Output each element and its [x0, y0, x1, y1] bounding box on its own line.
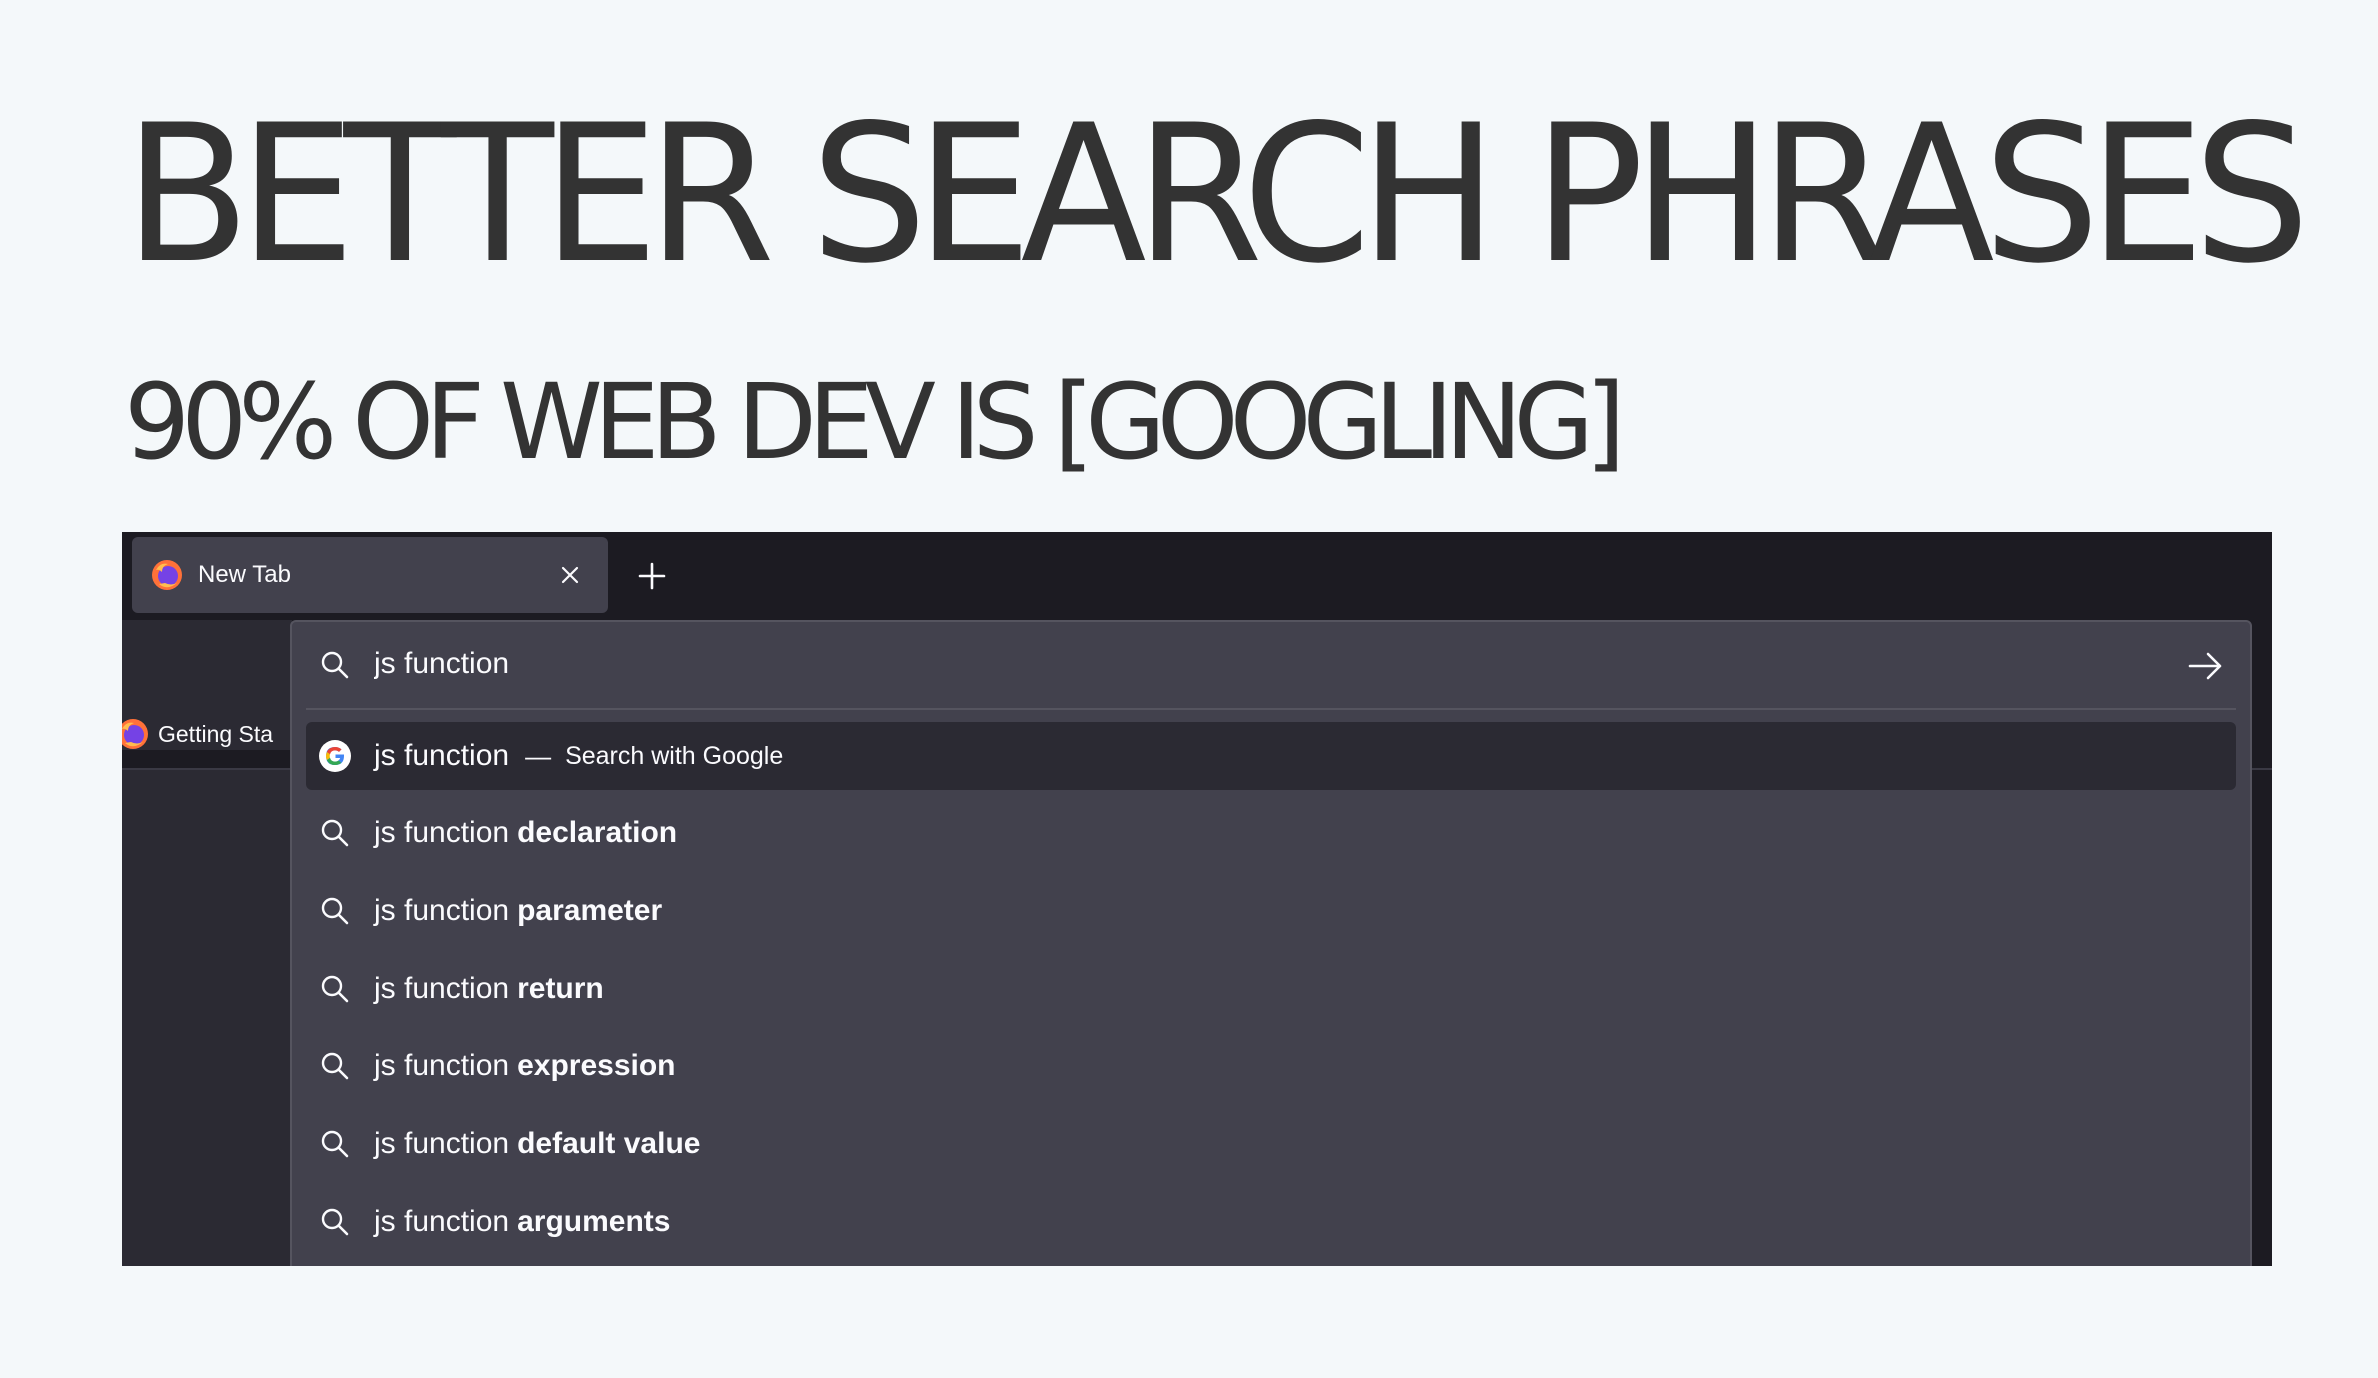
urlbar-input[interactable] — [374, 644, 2074, 684]
search-icon — [321, 1052, 349, 1080]
urlbar-dropdown: js function — Search with Google js func… — [290, 620, 2252, 1266]
go-arrow-icon[interactable] — [2186, 648, 2226, 684]
suggestion-suffix: declaration — [517, 816, 678, 849]
suggestion-suffix: default value — [517, 1127, 701, 1160]
search-icon — [321, 975, 349, 1003]
suggestion-action: Search with Google — [565, 741, 784, 770]
page-content — [122, 770, 292, 1266]
suggestion-prefix: js function — [374, 1127, 510, 1160]
new-tab-plus-icon[interactable] — [630, 554, 674, 598]
tab-title: New Tab — [198, 561, 291, 588]
search-icon — [321, 819, 349, 847]
tab-new-tab[interactable]: New Tab — [132, 537, 608, 613]
close-icon[interactable] — [554, 559, 586, 591]
suggestion-suffix: expression — [517, 1049, 676, 1082]
suggestion-suffix: parameter — [517, 894, 663, 927]
suggestion-search-with-google[interactable]: js function — Search with Google — [306, 722, 2236, 790]
suggestion-suffix: return — [517, 972, 604, 1005]
suggestion-prefix: js function — [374, 972, 510, 1005]
suggestion-parameter[interactable]: js function parameter — [306, 877, 2236, 945]
urlbar-divider — [306, 708, 2236, 710]
search-icon — [321, 897, 349, 925]
search-icon — [321, 1130, 349, 1158]
suggestion-return[interactable]: js function return — [306, 955, 2236, 1023]
suggestion-prefix: js function — [374, 816, 510, 849]
slide-title: BETTER SEARCH PHRASES — [124, 84, 2310, 305]
browser-screenshot: New Tab Getting Sta js function js funct… — [122, 532, 2272, 1266]
tab-strip: New Tab — [122, 532, 2272, 620]
google-icon — [319, 740, 351, 772]
urlbar — [292, 622, 2250, 708]
bookmark-label: Getting Sta — [158, 720, 274, 747]
suggestion-arguments[interactable]: js function arguments — [306, 1188, 2236, 1256]
firefox-icon — [122, 719, 148, 749]
suggestion-text: js function — [374, 739, 510, 772]
suggestion-prefix: js function — [374, 894, 510, 927]
suggestion-default-value[interactable]: js function default value — [306, 1110, 2236, 1178]
suggestion-prefix: js function — [374, 1205, 510, 1238]
suggestion-separator: — — [525, 740, 552, 771]
firefox-icon — [152, 560, 182, 590]
slide-subtitle: 90% OF WEB DEV IS [GOOGLING] — [124, 361, 1626, 483]
search-icon — [321, 1208, 349, 1236]
suggestion-suffix: arguments — [517, 1205, 671, 1238]
suggestion-declaration[interactable]: js function declaration — [306, 799, 2236, 867]
suggestion-expression[interactable]: js function expression — [306, 1032, 2236, 1100]
bookmark-getting-started[interactable]: Getting Sta — [122, 717, 273, 751]
suggestion-prefix: js function — [374, 1049, 510, 1082]
search-icon — [321, 651, 349, 679]
